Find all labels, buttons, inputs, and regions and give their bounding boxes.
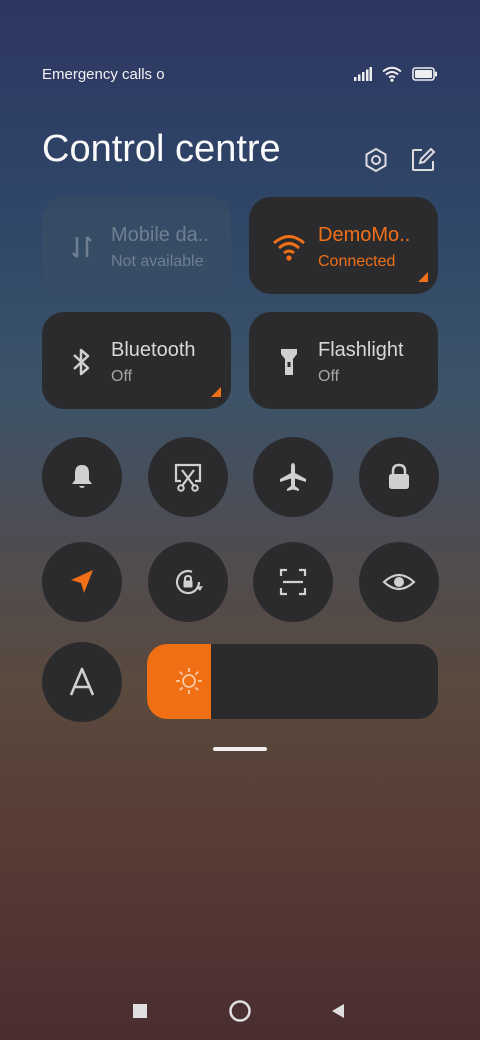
auto-rotate-toggle[interactable]	[148, 542, 228, 622]
bell-icon	[72, 465, 92, 488]
carrier-text: Emergency calls o	[42, 66, 165, 83]
page-title: Control centre	[42, 128, 281, 170]
screenshot-scissors-icon	[174, 463, 202, 492]
signal-icon	[354, 67, 372, 81]
airplane-icon	[280, 463, 306, 491]
status-bar: Emergency calls o	[42, 66, 438, 88]
mobile-data-icon	[72, 236, 92, 258]
wifi-tile[interactable]: DemoMo.. Connected	[249, 197, 438, 294]
mobile-data-label: Mobile da..	[111, 224, 209, 246]
bluetooth-tile[interactable]: Bluetooth Off	[42, 312, 231, 409]
wifi-icon	[273, 235, 305, 261]
recents-square-icon	[133, 1004, 147, 1018]
font-size-toggle[interactable]	[42, 642, 122, 722]
wifi-status: Connected	[318, 253, 396, 270]
flashlight-tile[interactable]: Flashlight Off	[249, 312, 438, 409]
back-button[interactable]	[325, 998, 351, 1024]
mobile-data-status: Not available	[111, 253, 204, 270]
location-arrow-icon	[71, 570, 93, 593]
location-toggle[interactable]	[42, 542, 122, 622]
edit-icon[interactable]	[409, 146, 437, 174]
scan-icon	[279, 568, 307, 596]
lock-icon	[389, 463, 409, 489]
auto-rotate-lock-icon	[175, 570, 203, 595]
wifi-status-icon	[382, 66, 402, 82]
bluetooth-label: Bluetooth	[111, 339, 196, 361]
mobile-data-tile[interactable]: Mobile da.. Not available	[42, 197, 231, 294]
reading-mode-toggle[interactable]	[359, 542, 439, 622]
wifi-expand-corner[interactable]	[418, 272, 428, 282]
flashlight-label: Flashlight	[318, 339, 404, 361]
silent-mode-toggle[interactable]	[42, 437, 122, 517]
settings-hexagon-icon[interactable]	[362, 146, 390, 174]
bluetooth-icon	[73, 348, 90, 376]
flashlight-icon	[281, 349, 297, 375]
bluetooth-expand-corner[interactable]	[211, 387, 221, 397]
eye-icon	[382, 573, 416, 591]
home-button[interactable]	[227, 998, 253, 1024]
home-circle-icon	[229, 1000, 251, 1022]
battery-icon	[412, 67, 437, 81]
lock-screen-toggle[interactable]	[359, 437, 439, 517]
brightness-slider[interactable]	[147, 644, 438, 719]
wifi-network-name: DemoMo..	[318, 224, 411, 246]
flashlight-status: Off	[318, 368, 340, 385]
scanner-toggle[interactable]	[253, 542, 333, 622]
font-a-icon	[69, 667, 95, 696]
airplane-mode-toggle[interactable]	[253, 437, 333, 517]
screenshot-toggle[interactable]	[148, 437, 228, 517]
sun-icon	[176, 668, 202, 694]
bluetooth-status: Off	[111, 368, 133, 385]
back-triangle-icon	[332, 1004, 344, 1018]
recents-button[interactable]	[127, 998, 153, 1024]
panel-handle[interactable]	[213, 747, 267, 751]
